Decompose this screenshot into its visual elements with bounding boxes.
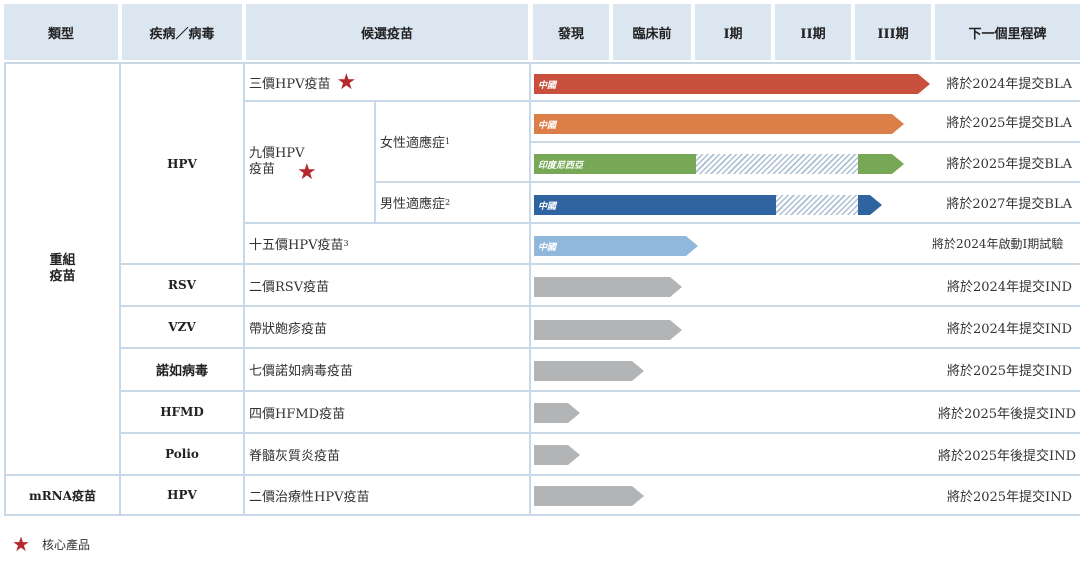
- milestone-vzv: 將於2024年提交IND: [946, 321, 1072, 337]
- progress-bar-hpv9-female-indonesia-end: [858, 154, 892, 174]
- header-discovery: 發現: [533, 4, 609, 60]
- grid-line: [4, 514, 1080, 516]
- candidate-vzv: 帶狀皰疹疫苗: [249, 321, 328, 337]
- disease-polio: Polio: [165, 447, 199, 461]
- progress-bar-norovirus: [534, 361, 632, 381]
- candidate-norovirus: 七價諾如病毒疫苗: [249, 364, 354, 379]
- legend: ★ 核心產品: [12, 532, 90, 556]
- header-milestone: 下一個里程碑: [935, 4, 1080, 60]
- header-category: 類型: [4, 4, 118, 60]
- progress-hatch-hpv9-male: [776, 195, 858, 215]
- candidate-hfmd: 四價HFMD疫苗: [249, 406, 346, 422]
- disease-vzv: VZV: [168, 320, 196, 334]
- core-product-star-icon: ★: [12, 532, 30, 556]
- male-indication-label: 男性適應症: [380, 197, 446, 212]
- milestone-hpv9-female-china: 將於2025年提交BLA: [946, 116, 1072, 131]
- progress-bar-hpv9-male-end: [858, 195, 870, 215]
- bar-arrow-icon: [632, 361, 644, 381]
- progress-bar-hfmd: [534, 403, 568, 423]
- grid-line: [529, 62, 531, 516]
- pipeline-table: 類型 疾病／病毒 候選疫苗 發現 臨床前 I期 II期 III期 下一個里程碑 …: [0, 0, 1080, 562]
- progress-hatch-hpv9-female-indonesia: [696, 154, 858, 174]
- disease-hfmd: HFMD: [160, 405, 204, 419]
- candidate-polio: 脊髓灰質炎疫苗: [249, 448, 341, 464]
- bar-arrow-icon: [892, 154, 904, 174]
- category-recombinant: 重組 疫苗: [49, 253, 76, 284]
- header-preclinical: 臨床前: [613, 4, 691, 60]
- progress-bar-hpv9-male: 中國: [534, 195, 776, 215]
- progress-bar-rsv: [534, 277, 670, 297]
- header-candidate: 候選疫苗: [246, 4, 528, 60]
- milestone-hfmd: 將於2025年後提交IND: [937, 406, 1076, 422]
- milestone-polio: 將於2025年後提交IND: [937, 448, 1076, 464]
- bar-arrow-icon: [568, 445, 580, 465]
- candidate-hpv9: 九價HPV 疫苗 ★: [245, 102, 374, 222]
- candidate-female-indication: 女性適應症 1: [376, 102, 529, 181]
- candidate-rsv: 二價RSV疫苗: [249, 279, 330, 295]
- header-phase1: I期: [695, 4, 771, 60]
- progress-bar-hpv9-female-china: 中國: [534, 114, 892, 134]
- milestone-hpv15: 將於2024年啟動I期試驗: [932, 237, 1064, 251]
- disease-rsv: RSV: [168, 278, 196, 292]
- core-product-star-icon: ★: [336, 69, 357, 95]
- progress-bar-hpv9-female-indonesia: 印度尼西亞: [534, 154, 696, 174]
- bar-arrow-icon: [670, 320, 682, 340]
- candidate-hpv3: 三價HPV疫苗 ★: [245, 64, 529, 100]
- milestone-hpv9-female-indonesia: 將於2025年提交BLA: [946, 156, 1072, 172]
- disease-mrna-hpv: HPV: [167, 488, 197, 502]
- candidate-hpv3-label: 三價HPV疫苗: [249, 76, 331, 92]
- progress-bar-hpv3: 中國: [534, 74, 918, 94]
- header-phase2: II期: [775, 4, 851, 60]
- milestone-rsv: 將於2024年提交IND: [946, 279, 1072, 295]
- bar-label-hpv9-female-indonesia: 印度尼西亞: [538, 160, 584, 171]
- bar-arrow-icon: [686, 236, 698, 256]
- milestone-hpv9-male: 將於2027年提交BLA: [946, 197, 1072, 212]
- disease-norovirus: 諾如病毒: [155, 364, 208, 379]
- bar-label-hpv9-male: 中國: [538, 201, 557, 212]
- bar-label-hpv3: 中國: [538, 80, 557, 91]
- bar-arrow-icon: [632, 486, 644, 506]
- milestone-mrna-hpv: 將於2025年提交IND: [946, 489, 1072, 505]
- progress-bar-vzv: [534, 320, 670, 340]
- progress-bar-hpv15: 中國: [534, 236, 686, 256]
- bar-arrow-icon: [918, 74, 930, 94]
- bar-label-hpv9-female-china: 中國: [538, 120, 557, 131]
- bar-arrow-icon: [892, 114, 904, 134]
- candidate-hpv15-label: 十五價HPV疫苗: [249, 238, 344, 253]
- bar-arrow-icon: [870, 195, 882, 215]
- header-phase3: III期: [855, 4, 931, 60]
- milestone-hpv3: 將於2024年提交BLA: [946, 76, 1072, 92]
- disease-hpv: HPV: [167, 156, 197, 171]
- progress-bar-mrna-hpv: [534, 486, 632, 506]
- category-mrna: mRNA疫苗: [29, 488, 96, 503]
- female-indication-label: 女性適應症: [380, 136, 446, 151]
- candidate-mrna-hpv: 二價治療性HPV疫苗: [249, 489, 370, 505]
- bar-arrow-icon: [670, 277, 682, 297]
- header-disease: 疾病／病毒: [122, 4, 242, 60]
- bar-arrow-icon: [568, 403, 580, 423]
- legend-core-product: 核心產品: [41, 537, 90, 552]
- candidate-hpv15: 十五價HPV疫苗 3: [245, 224, 529, 263]
- candidate-male-indication: 男性適應症 2: [376, 183, 529, 222]
- core-product-star-icon: ★: [297, 160, 317, 185]
- milestone-norovirus: 將於2025年提交IND: [946, 364, 1072, 379]
- bar-label-hpv15: 中國: [538, 242, 557, 253]
- progress-bar-polio: [534, 445, 568, 465]
